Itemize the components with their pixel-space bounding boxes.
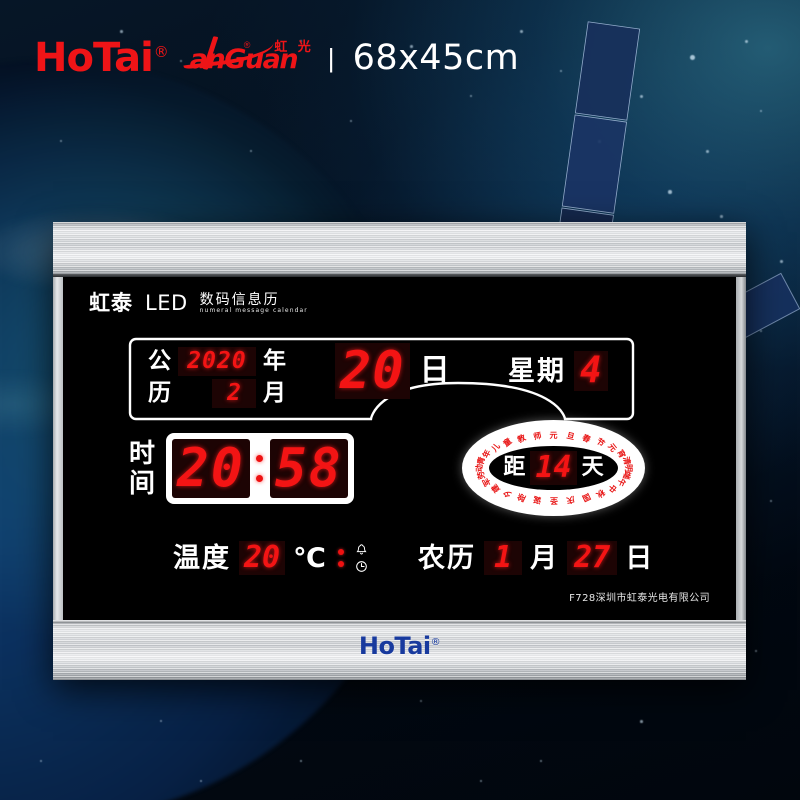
gregorian-year-month: 公 2020 年 历 2 月 [148,347,286,408]
screen-brand-cn: 虹泰 [89,291,133,315]
gregorian-month-row: 历 2 月 [148,379,286,408]
hotai-registered-mark: ® [153,42,169,61]
lunar-day-value: 27 [567,541,618,575]
holiday-countdown-oval: 元旦春节元宵清明端午中秋国庆圣诞除夕建军劳动青年儿童教师 距 14 天 [462,420,645,516]
screen-brand-led: LED [145,291,188,315]
frame-hotai-logo: HoTai® [53,632,746,660]
frame-hotai-registered-mark: ® [430,637,441,648]
lunar-month-suffix: 月 [530,542,560,574]
temperature-unit: ℃ [293,542,326,574]
screen-brand-type-en: numeral message calendar [199,307,308,314]
promo-brand-bar: HoTai® anGuan ® 虹 光 | 68x45cm [34,32,520,82]
temperature-label: 温度 [173,542,231,574]
time-label-line2: 间 [129,468,157,499]
lunar-date-group: 农历 1 月 27 日 [418,541,654,575]
gregorian-year-value: 2020 [178,347,256,376]
time-label: 时 间 [129,441,156,497]
frame-left-bezel [53,277,63,620]
date-panel-content: 公 2020 年 历 2 月 20 日 星期 4 [128,337,635,421]
frame-hotai-logo-text: HoTai [358,632,431,660]
gregorian-day-suffix: 日 [419,353,450,388]
indicator-icons [355,543,368,573]
lunar-month-value: 1 [484,541,523,575]
weekday-group: 星期 4 [508,351,608,391]
promo-size-label: 68x45cm [352,37,520,78]
temperature-group: 温度 20 ℃ [173,541,368,575]
led-calendar-device: HoTai® 虹泰 LED 数码信息历 numeral message cale… [53,222,746,680]
countdown-prefix: 距 [503,455,526,480]
gregorian-label-line2: 历 [148,380,171,406]
hotai-logo: HoTai® [34,35,169,81]
time-group: 时 间 20 58 [129,433,354,504]
gregorian-month-value: 2 [212,379,256,408]
promo-separator: | [327,42,335,73]
lunar-label: 农历 [418,542,476,574]
hongguang-registered-mark: ® [243,40,251,50]
gregorian-day-value: 20 [335,343,410,399]
indicator-dots [337,549,344,567]
screenshot-root: HoTai® anGuan ® 虹 光 | 68x45cm HoTai® 虹泰 … [0,0,800,800]
frame-top-bezel [53,222,746,277]
time-hours: 20 [172,439,250,498]
countdown-center-group: 距 14 天 [462,420,645,516]
weekday-value: 4 [574,351,608,391]
bell-icon [356,544,367,555]
gregorian-date-panel: 公 2020 年 历 2 月 20 日 星期 4 [128,337,635,421]
hongguang-logo: anGuan ® 虹 光 [180,32,314,82]
gregorian-month-suffix: 月 [263,380,286,406]
gregorian-year-suffix: 年 [263,348,286,374]
temperature-value: 20 [239,541,286,575]
gregorian-day-group: 20 日 [335,343,450,399]
hotai-logo-text: HoTai [34,35,154,81]
countdown-suffix: 天 [581,455,604,480]
clock-icon [355,561,367,572]
screen-brand-subtitle: 数码信息历 numeral message calendar [200,293,308,314]
weekday-label: 星期 [508,355,566,387]
time-display-box: 20 58 [166,433,354,504]
screen-brand-type-cn: 数码信息历 [199,292,280,308]
time-label-line1: 时 [129,438,157,469]
frame-bottom-bezel: HoTai® [53,620,746,680]
frame-right-bezel [736,277,746,620]
time-colon [249,455,270,482]
time-minutes: 58 [269,439,348,498]
led-screen: 虹泰 LED 数码信息历 numeral message calendar 公 [63,277,736,620]
screen-branding: 虹泰 LED 数码信息历 numeral message calendar [89,293,308,314]
countdown-value: 14 [530,451,577,485]
gregorian-year-row: 公 2020 年 [148,347,286,376]
lunar-day-suffix: 日 [625,542,655,574]
hongguang-chinese-text: 虹 光 [274,40,314,55]
gregorian-label-line1: 公 [148,348,171,374]
company-footer-text: F728深圳市虹泰光电有限公司 [569,593,710,604]
